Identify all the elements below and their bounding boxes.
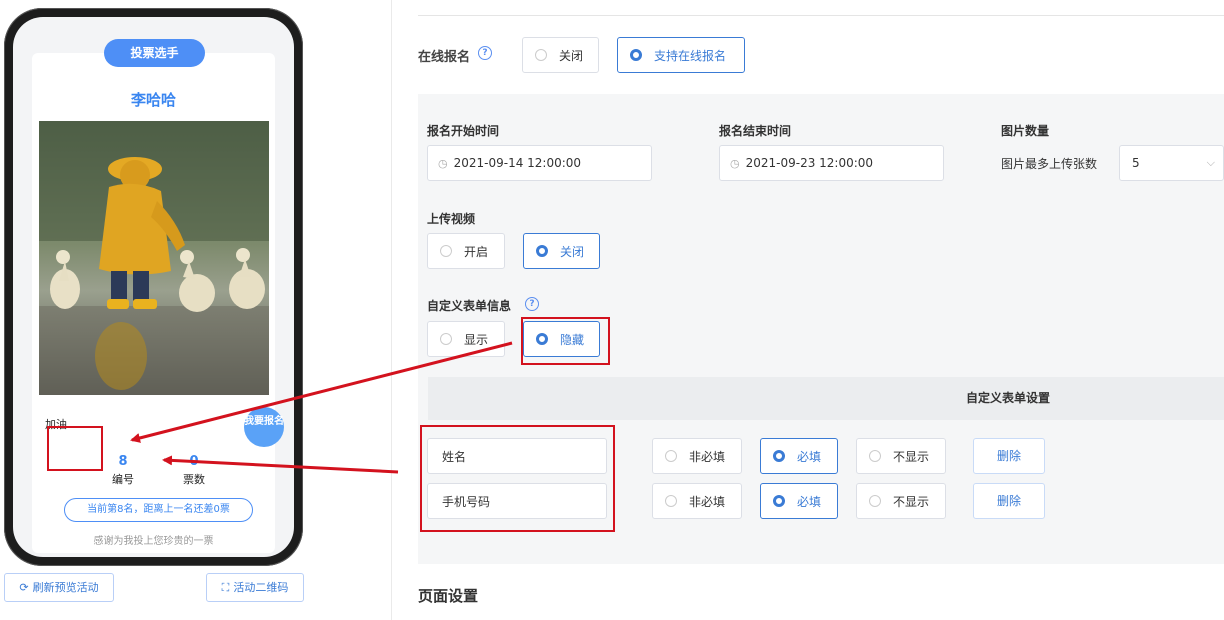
radio-label: 非必填: [689, 449, 726, 464]
refresh-preview-button[interactable]: ⟳ 刷新预览活动: [4, 573, 114, 602]
row1-required-radio[interactable]: 必填: [760, 438, 838, 474]
radio-dot: [440, 245, 452, 257]
qr-scan-icon: ⛶: [221, 581, 230, 594]
page-settings-title: 页面设置: [418, 587, 479, 605]
chevron-down-icon: ⌵: [1206, 156, 1215, 169]
radio-label: 不显示: [893, 494, 930, 509]
annotation-box-hide-option: [521, 317, 610, 365]
radio-label: 显示: [464, 332, 489, 347]
row2-hidden-radio[interactable]: 不显示: [856, 483, 946, 519]
radio-dot: [665, 450, 677, 462]
upload-video-off-radio[interactable]: 关闭: [523, 233, 600, 269]
image-count-select[interactable]: 5 ⌵: [1119, 145, 1224, 181]
custom-form-settings-header: 自定义表单设置: [428, 377, 1224, 420]
start-time-value: 2021-09-14 12:00:00: [453, 156, 582, 170]
activity-qr-label: 活动二维码: [233, 581, 289, 594]
phone-screen: 投票选手 李哈哈 加油 我要报名 8 编号 0 票数 当前第8名，距离上一名还差…: [13, 17, 294, 557]
help-icon[interactable]: ?: [478, 46, 492, 60]
upload-video-on-radio[interactable]: 开启: [427, 233, 505, 269]
end-time-input[interactable]: ◷ 2021-09-23 12:00:00: [719, 145, 944, 181]
radio-label: 关闭: [559, 48, 584, 63]
custom-form-settings-title: 自定义表单设置: [966, 391, 1051, 405]
stat-votes: 0 票数: [179, 454, 209, 487]
photo-illustration: [39, 121, 269, 395]
radio-label: 支持在线报名: [654, 48, 727, 63]
image-count-value: 5: [1132, 156, 1140, 170]
refresh-preview-label: 刷新预览活动: [32, 581, 99, 594]
online-signup-label: 在线报名: [418, 50, 471, 65]
stat-number-value: 8: [118, 454, 128, 469]
radio-label: 非必填: [689, 494, 726, 509]
contestant-photo: [39, 121, 269, 395]
radio-dot: [440, 333, 452, 345]
image-max-label: 图片最多上传张数: [1001, 157, 1098, 171]
vote-contestant-button[interactable]: 投票选手: [104, 39, 205, 67]
rank-status-pill: 当前第8名，距离上一名还差0票: [64, 498, 253, 522]
online-signup-off-radio[interactable]: 关闭: [522, 37, 599, 73]
online-signup-on-radio[interactable]: 支持在线报名: [617, 37, 745, 73]
app-root: 投票选手 李哈哈 加油 我要报名 8 编号 0 票数 当前第8名，距离上一名还差…: [0, 0, 1224, 620]
end-time-label: 报名结束时间: [719, 124, 792, 138]
activity-qr-button[interactable]: ⛶ 活动二维码: [206, 573, 304, 602]
row1-delete-button[interactable]: 删除: [973, 438, 1045, 474]
stat-number-label: 编号: [112, 473, 134, 486]
radio-label: 必填: [797, 449, 822, 464]
row1-hidden-radio[interactable]: 不显示: [856, 438, 946, 474]
annotation-box-form-fields: [420, 425, 615, 532]
row2-required-radio[interactable]: 必填: [760, 483, 838, 519]
phone-frame: 投票选手 李哈哈 加油 我要报名 8 编号 0 票数 当前第8名，距离上一名还差…: [4, 8, 303, 566]
stat-votes-value: 0: [189, 454, 199, 469]
image-count-label: 图片数量: [1001, 124, 1050, 138]
radio-label: 开启: [464, 244, 489, 259]
radio-dot: [665, 495, 677, 507]
thanks-text: 感谢为我投上您珍贵的一票: [93, 536, 214, 547]
preview-panel: 投票选手 李哈哈 加油 我要报名 8 编号 0 票数 当前第8名，距离上一名还差…: [0, 0, 392, 620]
radio-label: 必填: [797, 494, 822, 509]
radio-dot: [536, 245, 548, 257]
top-divider: [418, 15, 1224, 16]
annotation-box-preview: [47, 426, 103, 471]
row1-optional-radio[interactable]: 非必填: [652, 438, 742, 474]
clock-icon: ◷: [730, 156, 740, 170]
upload-video-label: 上传视频: [427, 212, 476, 226]
radio-dot: [630, 49, 642, 61]
radio-label: 关闭: [560, 244, 585, 259]
radio-dot: [535, 49, 547, 61]
contestant-name: 李哈哈: [130, 91, 176, 109]
start-time-label: 报名开始时间: [427, 124, 500, 138]
clock-icon: ◷: [438, 156, 448, 170]
radio-dot: [869, 495, 881, 507]
custom-form-show-radio[interactable]: 显示: [427, 321, 505, 357]
refresh-icon: ⟳: [19, 581, 29, 594]
stat-votes-label: 票数: [183, 473, 205, 486]
radio-dot: [869, 450, 881, 462]
radio-label: 不显示: [893, 449, 930, 464]
radio-dot: [773, 450, 785, 462]
row2-delete-button[interactable]: 删除: [973, 483, 1045, 519]
start-time-input[interactable]: ◷ 2021-09-14 12:00:00: [427, 145, 652, 181]
row2-optional-radio[interactable]: 非必填: [652, 483, 742, 519]
signup-bubble-button[interactable]: 我要报名: [244, 407, 284, 447]
end-time-value: 2021-09-23 12:00:00: [745, 156, 874, 170]
help-icon[interactable]: ?: [525, 297, 539, 311]
radio-dot: [773, 495, 785, 507]
custom-form-info-label: 自定义表单信息: [427, 299, 512, 313]
stat-number: 8 编号: [108, 454, 138, 487]
